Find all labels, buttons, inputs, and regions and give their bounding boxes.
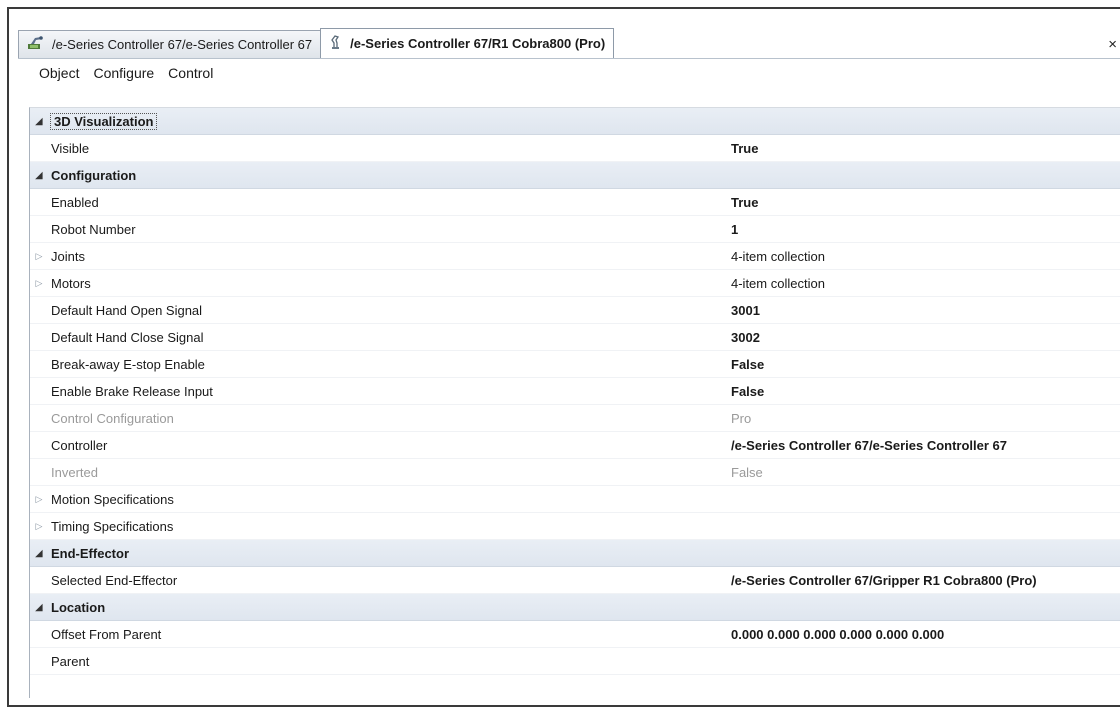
property-name: Robot Number — [51, 221, 136, 237]
tab-controller[interactable]: /e-Series Controller 67/e-Series Control… — [18, 30, 322, 58]
close-icon[interactable]: × — [1108, 36, 1117, 53]
property-name: Parent — [51, 653, 90, 669]
property-name: Motors — [51, 275, 91, 291]
property-row-controller[interactable]: Controller /e-Series Controller 67/e-Ser… — [30, 432, 1120, 459]
property-value[interactable]: 3002 — [731, 330, 1120, 345]
controller-icon — [27, 35, 45, 54]
document-tab-bar: /e-Series Controller 67/e-Series Control… — [18, 28, 615, 58]
menu-object[interactable]: Object — [32, 62, 86, 84]
property-row-parent[interactable]: Parent — [30, 648, 1120, 675]
expand-icon[interactable]: ▷ — [30, 278, 48, 289]
property-grid: ◢ 3D Visualization Visible True ◢ Config… — [29, 107, 1120, 698]
property-name: Timing Specifications — [51, 518, 174, 534]
property-name: Default Hand Close Signal — [51, 329, 204, 345]
tab-label: /e-Series Controller 67/e-Series Control… — [52, 37, 313, 52]
menu-bar: Object Configure Control — [32, 62, 220, 84]
tab-label: /e-Series Controller 67/R1 Cobra800 (Pro… — [350, 36, 606, 51]
property-value[interactable]: /e-Series Controller 67/Gripper R1 Cobra… — [731, 573, 1120, 588]
expand-icon[interactable]: ▷ — [30, 521, 48, 532]
property-name: Offset From Parent — [51, 626, 162, 642]
collapse-icon[interactable]: ◢ — [30, 116, 48, 127]
property-name: Motion Specifications — [51, 491, 174, 507]
property-name: Visible — [51, 140, 90, 156]
property-name: Controller — [51, 437, 108, 453]
property-name: Break-away E-stop Enable — [51, 356, 205, 372]
property-value: Pro — [731, 410, 752, 426]
property-row-hand-close-signal[interactable]: Default Hand Close Signal 3002 — [30, 324, 1120, 351]
property-name: Enable Brake Release Input — [51, 383, 213, 399]
property-name: Control Configuration — [51, 410, 174, 426]
category-end-effector[interactable]: ◢ End-Effector — [30, 540, 1120, 567]
property-row-control-configuration: Control Configuration Pro — [30, 405, 1120, 432]
property-row-hand-open-signal[interactable]: Default Hand Open Signal 3001 — [30, 297, 1120, 324]
expand-icon[interactable]: ▷ — [30, 494, 48, 505]
property-row-robot-number[interactable]: Robot Number 1 — [30, 216, 1120, 243]
property-row-joints[interactable]: ▷ Joints 4-item collection — [30, 243, 1120, 270]
property-row-break-away-estop[interactable]: Break-away E-stop Enable False — [30, 351, 1120, 378]
category-location[interactable]: ◢ Location — [30, 594, 1120, 621]
property-value[interactable]: 3001 — [731, 303, 1120, 318]
menu-configure[interactable]: Configure — [86, 62, 161, 84]
property-row-motors[interactable]: ▷ Motors 4-item collection — [30, 270, 1120, 297]
tab-divider — [18, 58, 1120, 59]
property-row-motion-specifications[interactable]: ▷ Motion Specifications — [30, 486, 1120, 513]
robot-arm-icon — [329, 34, 343, 53]
property-value[interactable]: 1 — [731, 222, 1120, 237]
expand-icon[interactable]: ▷ — [30, 251, 48, 262]
category-configuration[interactable]: ◢ Configuration — [30, 162, 1120, 189]
category-label: Location — [51, 599, 106, 615]
property-name: Default Hand Open Signal — [51, 302, 203, 318]
property-name: Inverted — [51, 464, 98, 480]
menu-control[interactable]: Control — [161, 62, 220, 84]
collapse-icon[interactable]: ◢ — [30, 170, 48, 181]
property-row-offset-from-parent[interactable]: Offset From Parent 0.000 0.000 0.000 0.0… — [30, 621, 1120, 648]
category-label: Configuration — [51, 167, 137, 183]
property-row-timing-specifications[interactable]: ▷ Timing Specifications — [30, 513, 1120, 540]
property-value[interactable]: 4-item collection — [731, 276, 1120, 291]
category-label: End-Effector — [51, 545, 129, 561]
property-name: Joints — [51, 248, 85, 264]
property-row-inverted: Inverted False — [30, 459, 1120, 486]
property-row-visible[interactable]: Visible True — [30, 135, 1120, 162]
category-label: 3D Visualization — [49, 112, 158, 130]
tab-robot[interactable]: /e-Series Controller 67/R1 Cobra800 (Pro… — [320, 28, 615, 58]
property-value[interactable]: True — [731, 195, 1120, 210]
property-name: Selected End-Effector — [51, 572, 178, 588]
collapse-icon[interactable]: ◢ — [30, 548, 48, 559]
property-row-enabled[interactable]: Enabled True — [30, 189, 1120, 216]
property-row-brake-release-input[interactable]: Enable Brake Release Input False — [30, 378, 1120, 405]
property-value[interactable]: False — [731, 384, 1120, 399]
property-value[interactable]: 4-item collection — [731, 249, 1120, 264]
property-name: Enabled — [51, 194, 99, 210]
property-value: False — [731, 464, 763, 480]
property-value[interactable]: True — [731, 141, 1120, 156]
property-value[interactable]: False — [731, 357, 1120, 372]
collapse-icon[interactable]: ◢ — [30, 602, 48, 613]
property-row-selected-end-effector[interactable]: Selected End-Effector /e-Series Controll… — [30, 567, 1120, 594]
property-value[interactable]: /e-Series Controller 67/e-Series Control… — [731, 438, 1120, 453]
property-value[interactable]: 0.000 0.000 0.000 0.000 0.000 0.000 — [731, 627, 1120, 642]
category-3d-visualization[interactable]: ◢ 3D Visualization — [30, 108, 1120, 135]
